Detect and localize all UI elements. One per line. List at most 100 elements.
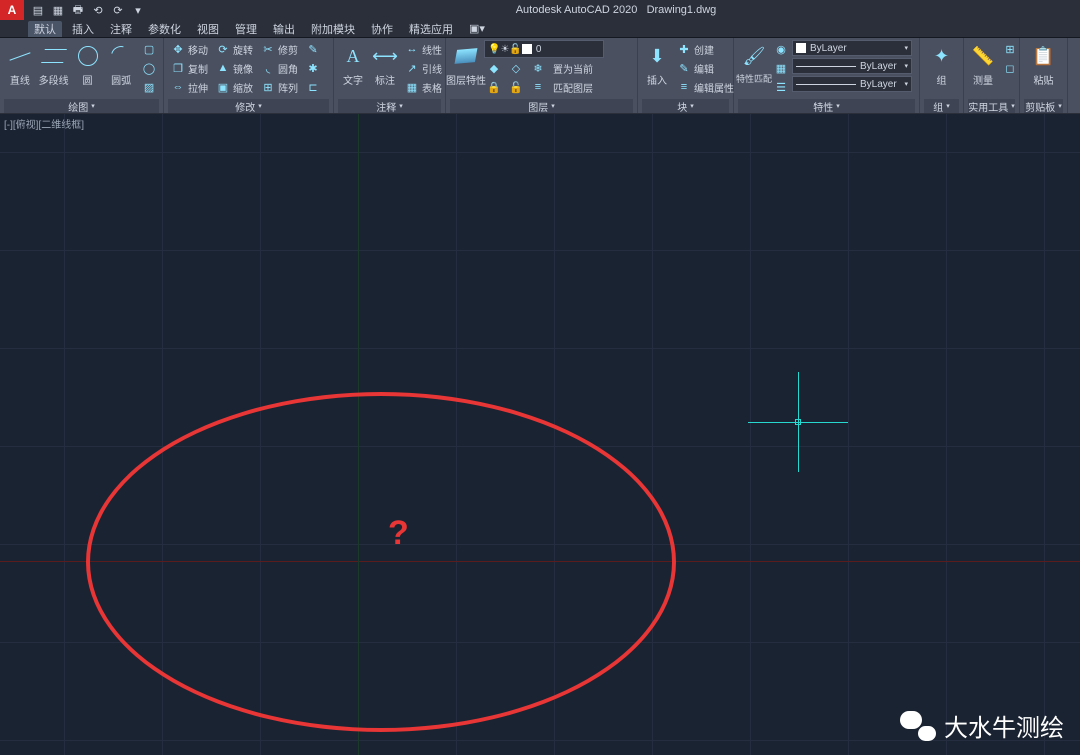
tab-addins[interactable]: 附加模块 bbox=[305, 21, 361, 37]
qat-more-icon[interactable]: ▾ bbox=[130, 2, 146, 18]
polyline-button[interactable]: 多段线 bbox=[38, 40, 70, 89]
color-dropdown[interactable]: ByLayer bbox=[792, 40, 912, 56]
tab-collaborate[interactable]: 协作 bbox=[365, 21, 399, 37]
tab-view[interactable]: 视图 bbox=[191, 21, 225, 37]
annotation-question-mark: ? bbox=[388, 514, 409, 553]
layer-freeze-icon: ❄ bbox=[531, 61, 545, 75]
util-extra-1[interactable]: ⊞ bbox=[1000, 40, 1020, 58]
insert-block-button[interactable]: ⬇ 插入 bbox=[642, 40, 672, 89]
layer-dropdown[interactable]: 💡 ☀ 🔓 0 bbox=[484, 40, 604, 58]
draw-extra-1[interactable]: ▢ bbox=[139, 40, 159, 58]
layer-tool-6[interactable]: ≡ bbox=[528, 78, 548, 96]
app-logo[interactable]: A bbox=[0, 0, 24, 20]
trim-button[interactable]: ✂修剪 bbox=[258, 40, 301, 58]
hatch-icon: ▨ bbox=[142, 80, 156, 94]
text-button[interactable]: A 文字 bbox=[338, 40, 368, 89]
arc-button[interactable]: 圆弧 bbox=[105, 40, 137, 89]
panel-block: ⬇ 插入 ✚创建 ✎编辑 ≡编辑属性 块 bbox=[638, 38, 734, 113]
modify-extra-3[interactable]: ⊏ bbox=[303, 78, 323, 96]
qat-save-icon[interactable]: ▦ bbox=[50, 2, 66, 18]
table-button[interactable]: ▦表格 bbox=[402, 78, 445, 96]
panel-properties-title[interactable]: 特性 bbox=[738, 99, 915, 113]
measure-button[interactable]: 📏 测量 bbox=[968, 40, 998, 89]
array-button[interactable]: ⊞阵列 bbox=[258, 78, 301, 96]
panel-annotation-title[interactable]: 注释 bbox=[338, 99, 441, 113]
panel-draw-title[interactable]: 绘图 bbox=[4, 99, 159, 113]
panel-utilities-title[interactable]: 实用工具 bbox=[968, 99, 1015, 113]
panel-draw: 直线 多段线 圆 圆弧 ▢ ◯ ▨ 绘图 bbox=[0, 38, 164, 113]
select-icon: ◻ bbox=[1003, 61, 1017, 75]
tab-default[interactable]: 默认 bbox=[28, 21, 62, 37]
document-name: Drawing1.dwg bbox=[647, 4, 717, 16]
qat-print-icon[interactable]: 🖶 bbox=[70, 2, 86, 18]
lock-icon: 🔓 bbox=[509, 44, 521, 55]
create-block-button[interactable]: ✚创建 bbox=[674, 40, 737, 58]
qat-undo-icon[interactable]: ⟲ bbox=[90, 2, 106, 18]
layer-tool-3[interactable]: ❄ bbox=[528, 59, 548, 77]
matchprops-label: 特性匹配 bbox=[736, 72, 772, 85]
editattr-button[interactable]: ≡编辑属性 bbox=[674, 78, 737, 96]
drawing-area[interactable]: [-][俯视][二维线框] ? 大水牛测绘 bbox=[0, 114, 1080, 755]
layer-tool-1[interactable]: ◆ bbox=[484, 59, 504, 77]
qat-redo-icon[interactable]: ⟳ bbox=[110, 2, 126, 18]
layerprops-button[interactable]: 图层特性 bbox=[450, 40, 482, 89]
setcurrent-button[interactable]: 置为当前 bbox=[550, 59, 596, 77]
ribbon: 直线 多段线 圆 圆弧 ▢ ◯ ▨ 绘图 ✥移 bbox=[0, 38, 1080, 114]
edit-icon: ✎ bbox=[677, 61, 691, 75]
group-button[interactable]: ✦ 组 bbox=[924, 40, 959, 89]
viewport-label[interactable]: [-][俯视][二维线框] bbox=[4, 116, 84, 131]
paste-button[interactable]: 📋 粘贴 bbox=[1024, 40, 1063, 89]
tab-featured[interactable]: 精选应用 bbox=[403, 21, 459, 37]
tab-parametric[interactable]: 参数化 bbox=[142, 21, 187, 37]
matchprops-button[interactable]: 🖌 特性匹配 bbox=[738, 40, 770, 87]
qat-new-icon[interactable]: ▤ bbox=[30, 2, 46, 18]
move-icon: ✥ bbox=[171, 42, 185, 56]
panel-modify-title[interactable]: 修改 bbox=[168, 99, 329, 113]
mirror-button[interactable]: ▲镜像 bbox=[213, 59, 256, 77]
tab-manage[interactable]: 管理 bbox=[229, 21, 263, 37]
panel-layers-title[interactable]: 图层 bbox=[450, 99, 633, 113]
pencil-icon: ✎ bbox=[306, 42, 320, 56]
panel-block-title[interactable]: 块 bbox=[642, 99, 729, 113]
util-extra-2[interactable]: ◻ bbox=[1000, 59, 1020, 77]
measure-icon: 📏 bbox=[969, 42, 997, 70]
panel-clipboard-title[interactable]: 剪贴板 bbox=[1024, 99, 1063, 113]
list-button[interactable]: ☰ bbox=[772, 78, 790, 96]
circle-button[interactable]: 圆 bbox=[72, 40, 104, 89]
move-button[interactable]: ✥移动 bbox=[168, 40, 211, 58]
layer-tool-5[interactable]: 🔓 bbox=[506, 78, 526, 96]
draw-extra-2[interactable]: ◯ bbox=[139, 59, 159, 77]
layer-tool-2[interactable]: ◇ bbox=[506, 59, 526, 77]
tab-output[interactable]: 输出 bbox=[267, 21, 301, 37]
matchprops-icon: 🖌 bbox=[740, 42, 768, 70]
dimension-button[interactable]: ⟷ 标注 bbox=[370, 40, 400, 89]
modify-extra-2[interactable]: ✱ bbox=[303, 59, 323, 77]
lineweight-dropdown[interactable]: ByLayer bbox=[792, 58, 912, 74]
fillet-button[interactable]: ◟圆角 bbox=[258, 59, 301, 77]
linear-button[interactable]: ↔线性 bbox=[402, 40, 445, 58]
panel-groups: ✦ 组 组 bbox=[920, 38, 964, 113]
color-wheel-button[interactable]: ◉ bbox=[772, 40, 790, 58]
tab-annotate[interactable]: 注释 bbox=[104, 21, 138, 37]
transparency-button[interactable]: ▦ bbox=[772, 59, 790, 77]
panel-groups-title[interactable]: 组 bbox=[924, 99, 959, 113]
modify-extra-1[interactable]: ✎ bbox=[303, 40, 323, 58]
stretch-button[interactable]: ⇔拉伸 bbox=[168, 78, 211, 96]
layer-tool-4[interactable]: 🔒 bbox=[484, 78, 504, 96]
draw-extra-3[interactable]: ▨ bbox=[139, 78, 159, 96]
layer-state-icon: ≡ bbox=[531, 80, 545, 94]
edit-block-button[interactable]: ✎编辑 bbox=[674, 59, 737, 77]
copy-button[interactable]: ❐复制 bbox=[168, 59, 211, 77]
matchlayer-button[interactable]: 匹配图层 bbox=[550, 78, 596, 96]
line-button[interactable]: 直线 bbox=[4, 40, 36, 89]
tab-insert[interactable]: 插入 bbox=[66, 21, 100, 37]
annotation-ellipse bbox=[86, 392, 676, 732]
rotate-button[interactable]: ⟳旋转 bbox=[213, 40, 256, 58]
scale-button[interactable]: ▣缩放 bbox=[213, 78, 256, 96]
leader-button[interactable]: ↗引线 bbox=[402, 59, 445, 77]
ribbon-tabs: 默认 插入 注释 参数化 视图 管理 输出 附加模块 协作 精选应用 ▣▾ bbox=[0, 20, 1080, 38]
tab-overflow-icon[interactable]: ▣▾ bbox=[463, 22, 491, 35]
linetype-dropdown[interactable]: ByLayer bbox=[792, 76, 912, 92]
explode-icon: ✱ bbox=[306, 61, 320, 75]
line-icon bbox=[6, 42, 34, 70]
